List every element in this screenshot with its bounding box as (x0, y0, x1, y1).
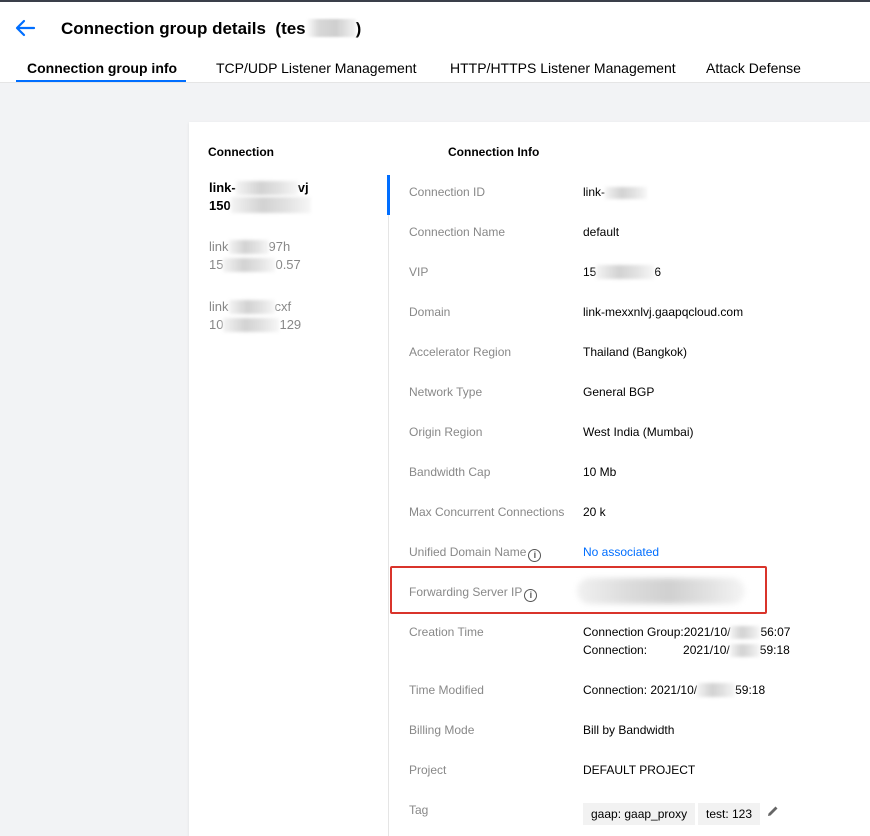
connection-item-3-ip-start: 10 (209, 317, 224, 332)
unified-domain-name-link[interactable]: No associated (583, 543, 659, 561)
connection-item-3-id-start: link (209, 299, 229, 314)
tab-tcp-udp-listener[interactable]: TCP/UDP Listener Management (216, 60, 417, 76)
project-value: DEFAULT PROJECT (583, 763, 696, 777)
connection-item-1-ip-start: 150 (209, 198, 231, 213)
billing-mode-label: Billing Mode (409, 723, 475, 737)
info-icon[interactable]: i (528, 549, 542, 562)
connection-item-3-id-end: cxf (274, 299, 292, 314)
tag-label: Tag (409, 803, 429, 817)
max-concurrent-connections-value: 20 k (583, 505, 606, 519)
billing-mode-value: Bill by Bandwidth (583, 723, 675, 737)
connection-name-label: Connection Name (409, 225, 506, 239)
connection-item-1[interactable]: link-vj 150 (209, 179, 311, 215)
creation-time-label: Creation Time (409, 625, 484, 639)
origin-region-value: West India (Mumbai) (583, 425, 694, 439)
group-name-end: ) (355, 19, 362, 38)
active-tab-indicator (16, 80, 186, 82)
domain-label: Domain (409, 305, 451, 319)
tab-http-https-listener[interactable]: HTTP/HTTPS Listener Management (450, 60, 676, 76)
connection-item-2[interactable]: link 97h 15 0.57 (209, 238, 301, 274)
connection-item-3[interactable]: link cxf 10 129 (209, 298, 301, 334)
vip-value: 15 6 (583, 265, 662, 279)
origin-region-label: Origin Region (409, 425, 483, 439)
connection-info-heading: Connection Info (448, 145, 540, 159)
back-arrow-icon[interactable] (14, 18, 36, 38)
domain-value: link-mexxnlvj.gaapqcloud.com (583, 305, 744, 319)
connection-list-heading: Connection (208, 145, 274, 159)
connection-item-2-id-end: 97h (268, 239, 291, 254)
connection-item-2-ip-end: 0.57 (275, 257, 301, 272)
vip-label: VIP (409, 265, 429, 279)
tab-attack-defense[interactable]: Attack Defense (706, 60, 801, 76)
accelerator-region-value: Thailand (Bangkok) (583, 345, 688, 359)
edit-pencil-icon[interactable] (767, 805, 779, 817)
connection-item-1-id-end: vj (297, 180, 309, 195)
page-title-text: Connection group details (61, 19, 266, 38)
time-modified-value: Connection: 2021/10/59:18 (583, 683, 766, 697)
creation-time-value: Connection Group:2021/10/56:07 Connectio… (583, 625, 791, 657)
tag-chip: test: 123 (698, 803, 761, 825)
bandwidth-cap-label: Bandwidth Cap (409, 465, 491, 479)
network-type-value: General BGP (583, 385, 655, 399)
bandwidth-cap-value: 10 Mb (583, 465, 617, 479)
page-title: Connection group details (tes) (61, 19, 361, 39)
project-label: Project (409, 763, 447, 777)
connection-item-1-id-start: link- (209, 180, 236, 195)
column-divider (388, 177, 389, 836)
connection-id-value: link- (583, 183, 648, 201)
connection-details-card: Connection Connection Info link-vj 150 l… (189, 122, 870, 836)
connection-item-2-ip-start: 15 (209, 257, 224, 272)
time-modified-label: Time Modified (409, 683, 484, 697)
active-connection-indicator (387, 175, 390, 215)
accelerator-region-label: Accelerator Region (409, 345, 512, 359)
connection-item-3-ip-end: 129 (279, 317, 302, 332)
forwarding-ip-highlight-box (390, 566, 767, 614)
network-type-label: Network Type (409, 385, 483, 399)
unified-domain-name-label: Unified Domain Name i (409, 545, 542, 562)
tag-chip: gaap: gaap_proxy (583, 803, 696, 825)
max-concurrent-connections-label: Max Concurrent Connections (409, 505, 565, 519)
connection-item-2-id-start: link (209, 239, 229, 254)
tab-connection-group-info[interactable]: Connection group info (27, 60, 177, 76)
redacted-group-name (305, 19, 356, 37)
connection-name-value: default (583, 225, 620, 239)
connection-id-label: Connection ID (409, 185, 486, 199)
page-header: Connection group details (tes) Connectio… (0, 2, 870, 83)
group-name-start: (tes (275, 19, 306, 38)
